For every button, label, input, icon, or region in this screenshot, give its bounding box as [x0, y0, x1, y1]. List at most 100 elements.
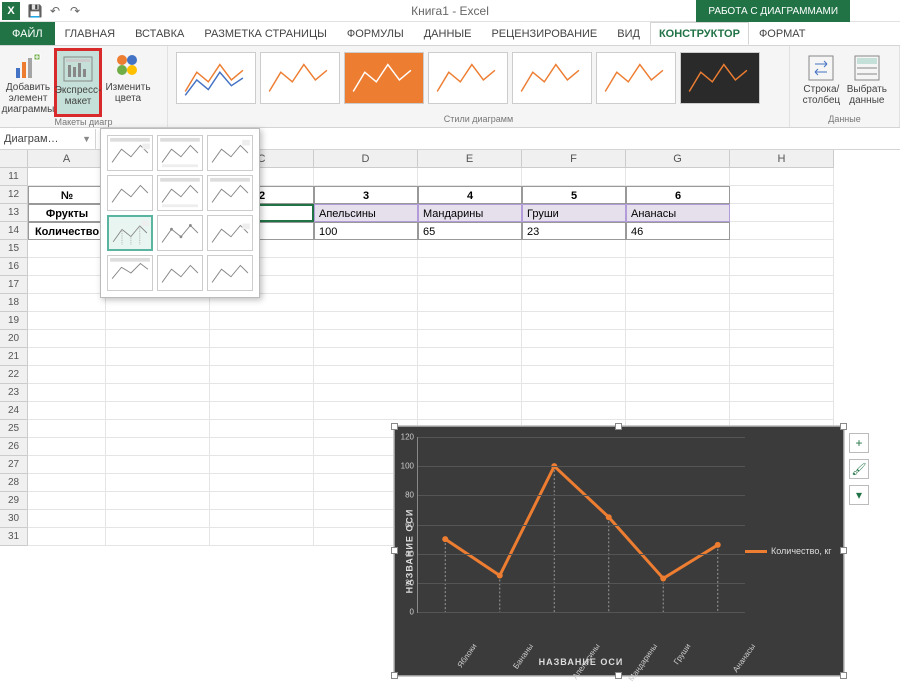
layout-option-1[interactable]: [107, 135, 153, 171]
chart-legend[interactable]: Количество, кг: [745, 433, 837, 669]
cell-D23[interactable]: [314, 384, 418, 402]
quick-layout-button[interactable]: Экспресс-макет: [54, 48, 102, 117]
cell-C30[interactable]: [210, 510, 314, 528]
cell-A25[interactable]: [28, 420, 106, 438]
cell-H18[interactable]: [730, 294, 834, 312]
cell-B23[interactable]: [106, 384, 210, 402]
cell-B19[interactable]: [106, 312, 210, 330]
cell-E19[interactable]: [418, 312, 522, 330]
select-all-corner[interactable]: [0, 150, 28, 168]
chart-style-2[interactable]: [260, 52, 340, 104]
cell-A30[interactable]: [28, 510, 106, 528]
cell-H24[interactable]: [730, 402, 834, 420]
layout-option-5[interactable]: [157, 175, 203, 211]
col-header-F[interactable]: F: [522, 150, 626, 168]
cell-D14[interactable]: 100: [314, 222, 418, 240]
change-colors-button[interactable]: Изменить цвета: [104, 48, 152, 117]
cell-F19[interactable]: [522, 312, 626, 330]
cell-D21[interactable]: [314, 348, 418, 366]
cell-D20[interactable]: [314, 330, 418, 348]
cell-F20[interactable]: [522, 330, 626, 348]
tab-data[interactable]: ДАННЫЕ: [414, 22, 482, 45]
cell-D22[interactable]: [314, 366, 418, 384]
layout-option-9[interactable]: [207, 215, 253, 251]
cell-F17[interactable]: [522, 276, 626, 294]
cell-C22[interactable]: [210, 366, 314, 384]
cell-C25[interactable]: [210, 420, 314, 438]
cell-F14[interactable]: 23: [522, 222, 626, 240]
cell-A19[interactable]: [28, 312, 106, 330]
row-header[interactable]: 30: [0, 510, 28, 528]
cell-C28[interactable]: [210, 474, 314, 492]
add-chart-element-button[interactable]: Добавить элемент диаграммы: [4, 48, 52, 117]
cell-A20[interactable]: [28, 330, 106, 348]
cell-A23[interactable]: [28, 384, 106, 402]
col-header-A[interactable]: A: [28, 150, 106, 168]
row-header[interactable]: 29: [0, 492, 28, 510]
cell-H21[interactable]: [730, 348, 834, 366]
cell-H11[interactable]: [730, 168, 834, 186]
row-header[interactable]: 20: [0, 330, 28, 348]
cell-B27[interactable]: [106, 456, 210, 474]
row-header[interactable]: 22: [0, 366, 28, 384]
cell-H23[interactable]: [730, 384, 834, 402]
quick-layout-dropdown[interactable]: [100, 128, 260, 298]
resize-handle[interactable]: [840, 423, 847, 430]
chart-style-3[interactable]: [344, 52, 424, 104]
row-header[interactable]: 24: [0, 402, 28, 420]
chart-styles-button[interactable]: 🖌: [849, 459, 869, 479]
cell-D15[interactable]: [314, 240, 418, 258]
cell-B24[interactable]: [106, 402, 210, 420]
row-header[interactable]: 11: [0, 168, 28, 186]
cell-F11[interactable]: [522, 168, 626, 186]
row-header[interactable]: 31: [0, 528, 28, 546]
layout-option-10[interactable]: [107, 255, 153, 291]
row-header[interactable]: 21: [0, 348, 28, 366]
cell-A18[interactable]: [28, 294, 106, 312]
cell-H19[interactable]: [730, 312, 834, 330]
row-header[interactable]: 23: [0, 384, 28, 402]
chart-area[interactable]: НАЗВАНИЕ ОСИ 020406080100120 НАЗВАНИЕ ОС…: [401, 433, 837, 669]
row-header[interactable]: 25: [0, 420, 28, 438]
cell-G16[interactable]: [626, 258, 730, 276]
col-header-G[interactable]: G: [626, 150, 730, 168]
row-header[interactable]: 28: [0, 474, 28, 492]
name-box[interactable]: Диаграм… ▼: [0, 129, 96, 149]
cell-B20[interactable]: [106, 330, 210, 348]
undo-icon[interactable]: ↶: [48, 4, 62, 18]
cell-C20[interactable]: [210, 330, 314, 348]
cell-A16[interactable]: [28, 258, 106, 276]
chart-styles-gallery[interactable]: [172, 48, 785, 114]
cell-B25[interactable]: [106, 420, 210, 438]
row-header[interactable]: 17: [0, 276, 28, 294]
chart-filters-button[interactable]: ▾: [849, 485, 869, 505]
cell-E15[interactable]: [418, 240, 522, 258]
cell-G18[interactable]: [626, 294, 730, 312]
cell-A15[interactable]: [28, 240, 106, 258]
col-header-H[interactable]: H: [730, 150, 834, 168]
layout-option-4[interactable]: [107, 175, 153, 211]
cell-A12[interactable]: №: [28, 186, 106, 204]
cell-F21[interactable]: [522, 348, 626, 366]
layout-option-8[interactable]: [157, 215, 203, 251]
row-header[interactable]: 19: [0, 312, 28, 330]
cell-B28[interactable]: [106, 474, 210, 492]
tab-view[interactable]: ВИД: [607, 22, 650, 45]
layout-option-2[interactable]: [157, 135, 203, 171]
cell-D18[interactable]: [314, 294, 418, 312]
row-header[interactable]: 26: [0, 438, 28, 456]
cell-A24[interactable]: [28, 402, 106, 420]
cell-G20[interactable]: [626, 330, 730, 348]
cell-C31[interactable]: [210, 528, 314, 546]
cell-H20[interactable]: [730, 330, 834, 348]
chevron-down-icon[interactable]: ▼: [82, 134, 91, 144]
cell-A31[interactable]: [28, 528, 106, 546]
cell-H13[interactable]: [730, 204, 834, 222]
cell-G22[interactable]: [626, 366, 730, 384]
row-header[interactable]: 27: [0, 456, 28, 474]
cell-G14[interactable]: 46: [626, 222, 730, 240]
layout-option-7[interactable]: [107, 215, 153, 251]
row-header[interactable]: 13: [0, 204, 28, 222]
chart-style-5[interactable]: [512, 52, 592, 104]
cell-E18[interactable]: [418, 294, 522, 312]
